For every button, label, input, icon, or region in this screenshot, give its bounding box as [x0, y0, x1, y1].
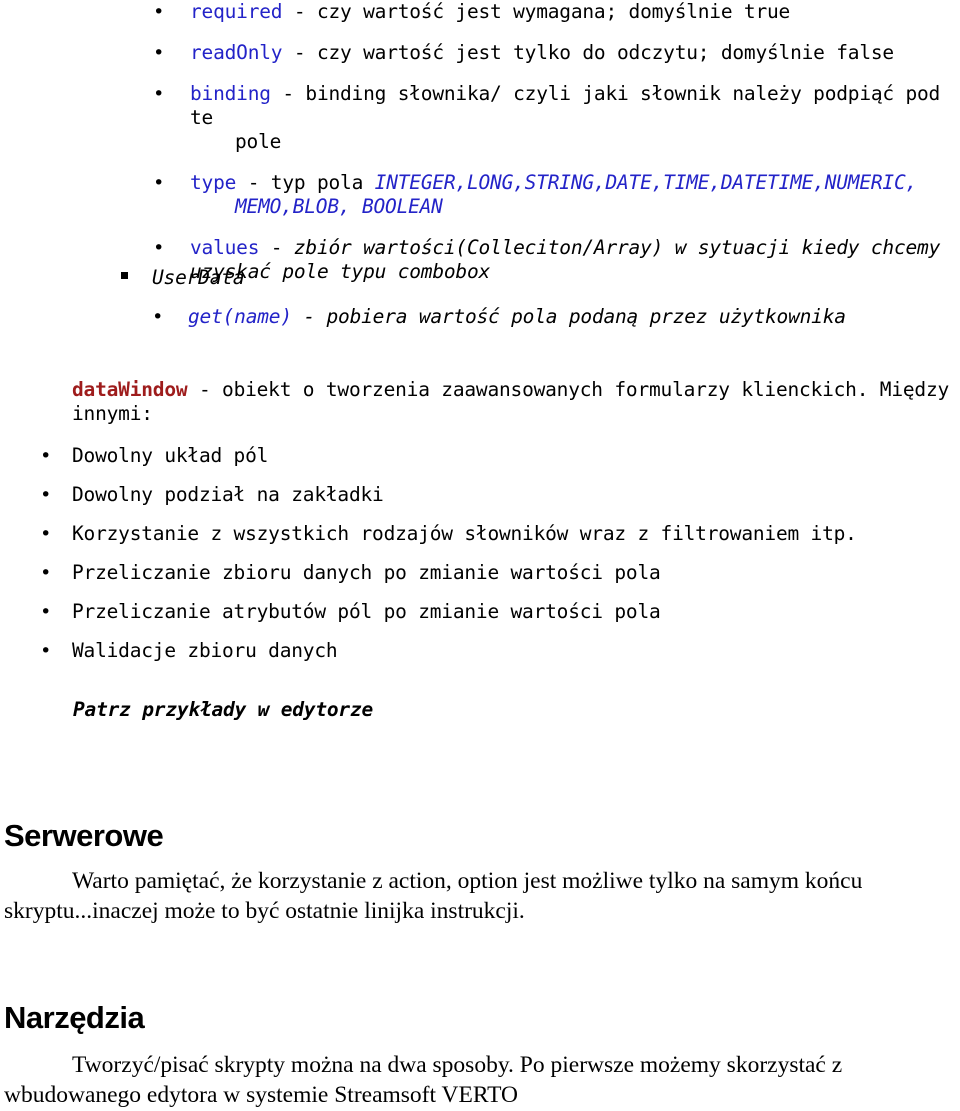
list-item-label: Dowolny układ pól: [72, 444, 269, 467]
values-description-line2: uzyskać pole typu combobox: [190, 260, 491, 283]
list-item-values: • values - zbiór wartości(Colleciton/Arr…: [0, 236, 960, 284]
datawindow-feature-list: • Dowolny układ pól • Dowolny podział na…: [0, 444, 960, 678]
bullet-icon: •: [40, 562, 52, 584]
list-item-required: • required - czy wartość jest wymagana; …: [0, 0, 960, 24]
list-item: • Przeliczanie zbioru danych po zmianie …: [0, 561, 960, 600]
see-examples-note: Patrz przykłady w edytorze: [73, 698, 374, 721]
getname-description: - pobiera wartość pola podaną przez użyt…: [291, 305, 846, 328]
list-item-description: - typ pola: [236, 171, 375, 194]
list-item: • Dowolny podział na zakładki: [0, 483, 960, 522]
keyword-type: type: [190, 171, 237, 194]
list-item-label: Dowolny podział na zakładki: [72, 483, 384, 506]
square-bullet-icon: [121, 272, 128, 279]
keyword-values: values: [190, 236, 260, 259]
attribute-list: • required - czy wartość jest wymagana; …: [0, 0, 960, 301]
list-item-description: - binding słownika/ czyli jaki słownik n…: [190, 82, 941, 129]
keyword-binding: binding: [190, 82, 271, 105]
list-item: • Dowolny układ pól: [0, 444, 960, 483]
bullet-icon: •: [153, 237, 165, 259]
bullet-icon: •: [40, 640, 52, 662]
list-item-text: required - czy wartość jest wymagana; do…: [190, 0, 956, 24]
list-item-text: values - zbiór wartości(Colleciton/Array…: [190, 236, 956, 260]
list-item-type: • type - typ pola INTEGER,LONG,STRING,DA…: [0, 171, 960, 219]
list-item: • Przeliczanie atrybutów pól po zmianie …: [0, 600, 960, 639]
list-item: • Korzystanie z wszystkich rodzajów słow…: [0, 522, 960, 561]
section-heading-narzedzia: Narzędzia: [4, 1000, 145, 1035]
list-item-binding: • binding - binding słownika/ czyli jaki…: [0, 82, 960, 154]
keyword-readonly: readOnly: [190, 41, 283, 64]
list-item-label: Przeliczanie zbioru danych po zmianie wa…: [72, 561, 661, 584]
datawindow-paragraph: dataWindow - obiekt o tworzenia zaawanso…: [72, 378, 952, 426]
bullet-icon: •: [153, 83, 165, 105]
bullet-icon: •: [40, 601, 52, 623]
bullet-icon: •: [153, 172, 165, 194]
datawindow-keyword: dataWindow: [72, 378, 188, 401]
userdata-label: UserData: [152, 266, 245, 289]
list-item-text: binding - binding słownika/ czyli jaki s…: [190, 82, 956, 130]
bullet-icon: •: [40, 523, 52, 545]
list-item-description: - czy wartość jest tylko do odczytu; dom…: [282, 41, 894, 64]
bullet-icon: •: [152, 306, 164, 328]
section-paragraph-serwerowe: Warto pamiętać, że korzystanie z action,…: [4, 868, 863, 924]
bullet-icon: •: [40, 484, 52, 506]
list-item-description: - czy wartość jest wymagana; domyślnie t…: [282, 0, 791, 23]
bullet-icon: •: [153, 42, 165, 64]
values-description-line1: zbiór wartości(Colleciton/Array) w sytua…: [293, 236, 941, 259]
keyword-required: required: [190, 0, 283, 23]
bullet-icon: •: [153, 1, 165, 23]
section-paragraph-narzedzia: Tworzyć/pisać skrypty można na dwa sposo…: [4, 1052, 843, 1108]
list-item: • Walidacje zbioru danych: [0, 639, 960, 678]
bullet-icon: •: [40, 445, 52, 467]
type-values-line1: INTEGER,LONG,STRING,DATE,TIME,DATETIME,N…: [374, 171, 918, 194]
list-item-continuation: pole: [235, 130, 282, 153]
list-item-label: Korzystanie z wszystkich rodzajów słowni…: [72, 522, 857, 545]
list-item-readonly: • readOnly - czy wartość jest tylko do o…: [0, 41, 960, 65]
list-item-text: type - typ pola INTEGER,LONG,STRING,DATE…: [190, 171, 956, 195]
list-item-text: readOnly - czy wartość jest tylko do odc…: [190, 41, 956, 65]
keyword-getname: get(name): [188, 305, 292, 328]
list-item-label: Przeliczanie atrybutów pól po zmianie wa…: [72, 600, 661, 623]
type-values-line2: MEMO,BLOB, BOOLEAN: [235, 195, 443, 218]
section-heading-serwerowe: Serwerowe: [4, 818, 164, 853]
list-item-dash: -: [259, 236, 294, 259]
datawindow-description: - obiekt o tworzenia zaawansowanych form…: [72, 378, 950, 425]
getname-text: get(name) - pobiera wartość pola podaną …: [188, 305, 846, 329]
document-page: • required - czy wartość jest wymagana; …: [0, 0, 960, 1111]
list-item-label: Walidacje zbioru danych: [72, 639, 338, 662]
